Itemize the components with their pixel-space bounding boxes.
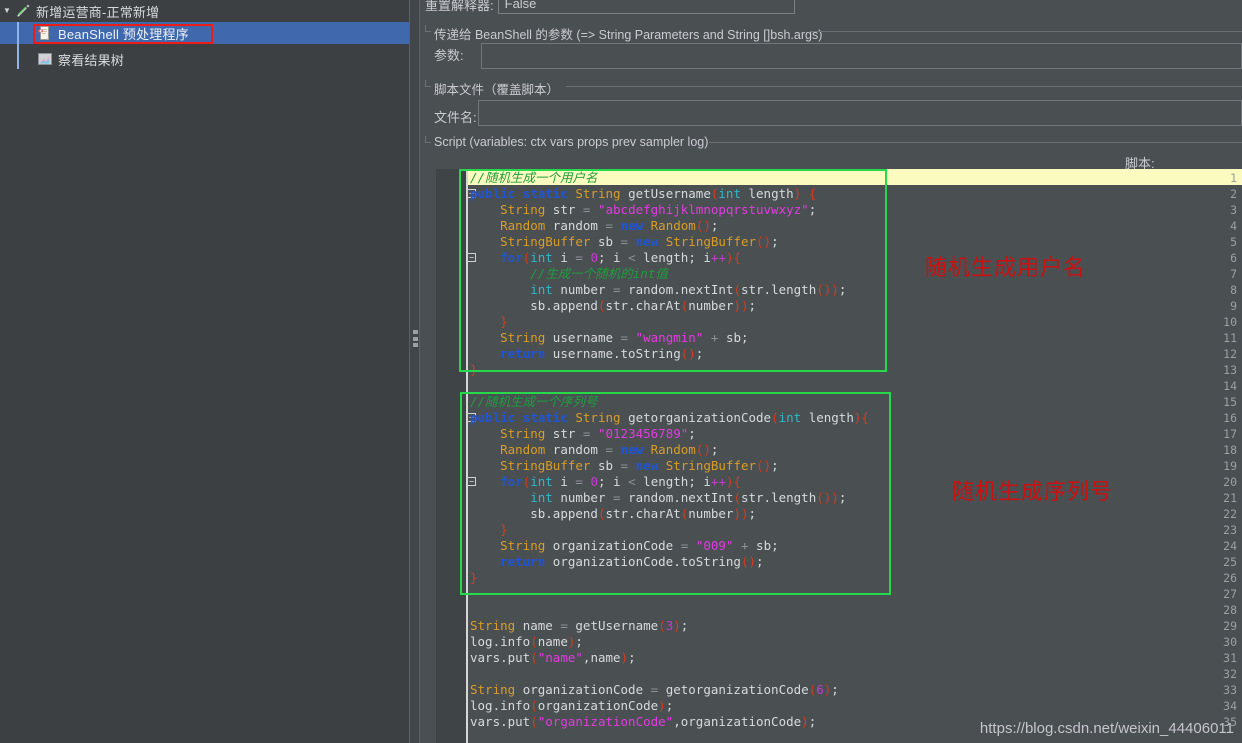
tree-node-transaction-controller[interactable]: ▼ 新增运营商-正常新增 (0, 0, 409, 22)
tree-node-label: BeanShell 预处理程序 (58, 26, 189, 42)
script-file-group-border-top-left (425, 86, 431, 87)
code-line[interactable] (468, 602, 470, 618)
parameters-input[interactable] (481, 43, 1242, 69)
code-line[interactable]: return organizationCode.toString(); (468, 554, 763, 570)
tree-node-label: 新增运营商-正常新增 (36, 4, 160, 20)
filename-row: 文件名: (434, 107, 477, 126)
jmeter-beanshell-preprocessor-window: ▼ 新增运营商-正常新增 BeanShell 预处理程序 察看结果树 重置解释器… (0, 0, 1242, 743)
annotation-note-serial: 随机生成序列号 (952, 480, 1114, 505)
code-line[interactable]: //随机生成一个用户名 (468, 170, 598, 186)
code-line[interactable]: String organizationCode = getorganizatio… (468, 682, 839, 698)
tree-node-view-results-tree[interactable]: 察看结果树 (0, 48, 409, 70)
code-line[interactable]: sb.append(str.charAt(number)); (468, 298, 756, 314)
filename-input[interactable] (478, 100, 1242, 126)
script-group-border-top-right (709, 142, 1242, 143)
tree-node-beanshell-preprocessor[interactable]: BeanShell 预处理程序 (0, 22, 409, 44)
parameters-group-border-top-right (810, 31, 1242, 32)
code-line[interactable]: for(int i = 0; i < length; i++){ (468, 250, 741, 266)
code-line[interactable]: String organizationCode = "009" + sb; (468, 538, 779, 554)
parameters-group-title: 传递给 BeanShell 的参数 (=> String Parameters … (431, 24, 826, 43)
code-line[interactable]: sb.append(str.charAt(number)); (468, 506, 756, 522)
code-line[interactable]: } (468, 362, 478, 378)
reset-interpreter-label: 重置解释器: (425, 0, 494, 13)
script-group-title: Script (variables: ctx vars props prev s… (431, 135, 712, 149)
reset-interpreter-row: 重置解释器: False (425, 0, 795, 14)
pencil-icon (14, 2, 32, 20)
filename-label: 文件名: (434, 110, 477, 125)
reset-interpreter-value: False (504, 0, 537, 11)
beanshell-preprocessor-form: 重置解释器: False 传递给 BeanShell 的参数 (=> Strin… (420, 0, 1242, 743)
script-code-editor[interactable]: 1 2 3 4 5 6 7 8 9 10 11 12 13 14 15 16 17 18 19 20 21 22 23 24 2… (436, 169, 1242, 743)
code-line[interactable]: //生成一个随机的int值 (468, 266, 668, 282)
parameters-group-border-top-left (425, 31, 431, 32)
parameters-label: 参数: (434, 48, 464, 63)
parameters-row: 参数: (434, 45, 464, 64)
script-file-group-border-top-right (566, 86, 1242, 87)
parameters-group-border-left (425, 25, 426, 31)
code-line[interactable]: StringBuffer sb = new StringBuffer(); (468, 234, 779, 250)
code-line[interactable]: return username.toString(); (468, 346, 703, 362)
code-line[interactable]: String str = "abcdefghijklmnopqrstuvwxyz… (468, 202, 816, 218)
splitter-grip-icon[interactable] (413, 330, 418, 347)
annotation-note-username: 随机生成用户名 (925, 256, 1087, 281)
code-line[interactable]: int number = random.nextInt(str.length()… (468, 282, 846, 298)
code-line[interactable]: Random random = new Random(); (468, 218, 718, 234)
panel-splitter[interactable] (409, 0, 420, 743)
watermark-url: https://blog.csdn.net/weixin_44406011 (979, 720, 1234, 737)
code-line[interactable] (468, 586, 470, 602)
code-line[interactable]: //随机生成一个序列号 (468, 394, 598, 410)
view-results-tree-icon (36, 50, 54, 68)
script-group-border-left (425, 136, 426, 142)
code-line[interactable]: public static String getUsername(int len… (468, 186, 816, 202)
code-line[interactable] (468, 378, 470, 394)
script-file-group-border-left (425, 80, 426, 86)
beanshell-preprocessor-icon (36, 24, 54, 42)
code-line[interactable]: StringBuffer sb = new StringBuffer(); (468, 458, 779, 474)
code-line[interactable]: String name = getUsername(3); (468, 618, 688, 634)
code-line[interactable]: String str = "0123456789"; (468, 426, 696, 442)
code-line[interactable]: vars.put("name",name); (468, 650, 636, 666)
script-label: 脚本: (1125, 156, 1155, 171)
code-line[interactable]: } (468, 522, 508, 538)
code-line[interactable]: vars.put("organizationCode",organization… (468, 714, 816, 730)
code-line[interactable]: Random random = new Random(); (468, 442, 718, 458)
code-line[interactable]: int number = random.nextInt(str.length()… (468, 490, 846, 506)
code-line[interactable]: for(int i = 0; i < length; i++){ (468, 474, 741, 490)
code-line[interactable]: } (468, 314, 508, 330)
editor-gutter (436, 169, 466, 743)
code-line[interactable]: public static String getorganizationCode… (468, 410, 869, 426)
code-line[interactable] (468, 666, 470, 682)
code-line[interactable]: log.info(organizationCode); (468, 698, 673, 714)
code-line[interactable]: log.info(name); (468, 634, 583, 650)
code-line[interactable]: } (468, 570, 478, 586)
test-plan-tree[interactable]: ▼ 新增运营商-正常新增 BeanShell 预处理程序 察看结果树 (0, 0, 409, 743)
code-line[interactable]: String username = "wangmin" + sb; (468, 330, 748, 346)
reset-interpreter-combo[interactable]: False (497, 0, 795, 14)
script-file-group-title: 脚本文件（覆盖脚本） (431, 79, 563, 98)
script-group-border-top-left (425, 142, 431, 143)
chevron-down-icon[interactable]: ▼ (0, 0, 14, 22)
tree-node-label: 察看结果树 (58, 52, 125, 68)
tree-connector-line (17, 22, 19, 69)
editor-code-text[interactable]: //随机生成一个用户名 public static String getUsern… (468, 169, 1242, 743)
